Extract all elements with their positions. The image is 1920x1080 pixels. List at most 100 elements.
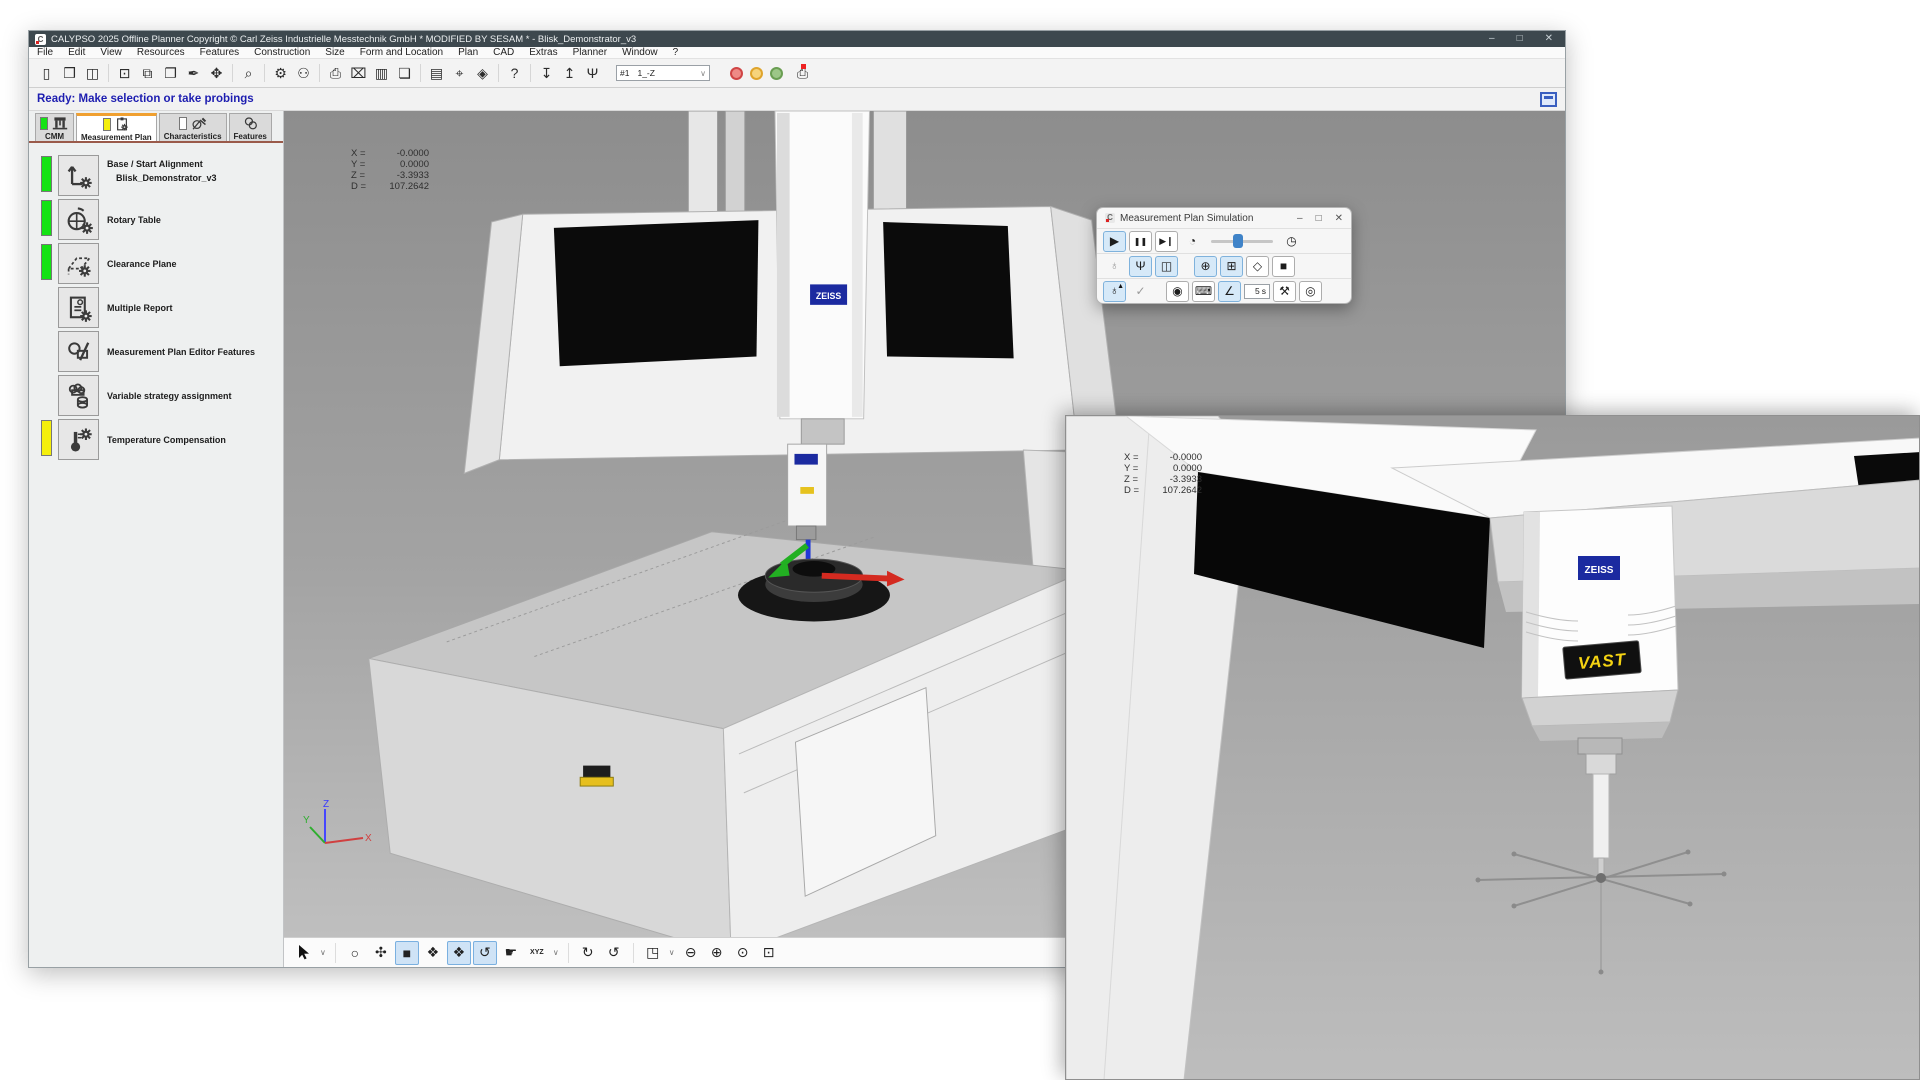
show-probe-tree-button[interactable]: Ψ (1129, 256, 1152, 277)
sidebar-item-mp-editor-features[interactable]: Measurement Plan Editor Features (41, 331, 283, 372)
solid-view-tool[interactable]: ■ (395, 941, 419, 965)
brush-icon[interactable]: ✒ (183, 63, 204, 83)
show-probe-body-button[interactable]: ◫ (1155, 256, 1178, 277)
sidebar-item-temperature-compensation[interactable]: Temperature Compensation (41, 419, 283, 460)
step-forward-button[interactable]: ▶❙ (1155, 231, 1178, 252)
paste-icon[interactable]: ❐ (160, 63, 181, 83)
probe-config-icon[interactable]: ⚇ (293, 63, 314, 83)
menu-window[interactable]: Window (622, 47, 658, 58)
pause-button[interactable]: ❚❚ (1129, 231, 1152, 252)
xyz-probe-tool[interactable]: XYZ (525, 941, 549, 965)
confirm-button[interactable]: ✓ (1129, 281, 1152, 302)
zoom-in-tool[interactable]: ⊕ (705, 941, 729, 965)
probe-tree-icon[interactable]: Ψ (582, 63, 603, 83)
menu-cad[interactable]: CAD (493, 47, 514, 58)
control-panel-button[interactable]: ⌨ (1192, 281, 1215, 302)
watch-probe-button[interactable]: ◉ (1166, 281, 1189, 302)
probe-selector-combo[interactable]: #1 1_-Z ∨ (616, 65, 710, 81)
tab-measurement-plan[interactable]: Measurement Plan (76, 113, 157, 141)
window-copy-icon[interactable]: ❏ (394, 63, 415, 83)
zoom-select-tool[interactable]: ⊙ (731, 941, 755, 965)
menu-planner[interactable]: Planner (573, 47, 607, 58)
close-button[interactable]: ✕ (1545, 31, 1553, 47)
grab-features-alt-tool[interactable]: ❖ (447, 941, 471, 965)
maximize-button[interactable]: □ (1517, 31, 1523, 47)
play-button[interactable]: ▶ (1103, 231, 1126, 252)
pan-tool[interactable]: ☛ (499, 941, 523, 965)
copy-icon[interactable]: ⧉ (137, 63, 158, 83)
menu-plan[interactable]: Plan (458, 47, 478, 58)
menu-size[interactable]: Size (325, 47, 344, 58)
menu-view[interactable]: View (100, 47, 122, 58)
show-rotary-axis-button[interactable]: ⊕ (1194, 256, 1217, 277)
dialog-maximize-button[interactable]: □ (1316, 213, 1322, 224)
cursor-tool[interactable] (292, 941, 316, 965)
split-view-icon[interactable]: ▥ (371, 63, 392, 83)
select-features-tool[interactable]: ✣ (369, 941, 393, 965)
settings-wrench-button[interactable]: ⚒ (1273, 281, 1296, 302)
sidebar-item-variable-strategy[interactable]: Variable strategy assignment (41, 375, 283, 416)
select-circle-tool[interactable]: ○ (343, 941, 367, 965)
stop-button[interactable]: ■ (1272, 256, 1295, 277)
menu-file[interactable]: File (37, 47, 53, 58)
gyro-view-button[interactable]: ◎ (1299, 281, 1322, 302)
cad-target-icon[interactable]: ⌖ (449, 63, 470, 83)
sidebar-item-rotary-table[interactable]: Rotary Table (41, 199, 283, 240)
help-icon[interactable]: ? (504, 63, 525, 83)
tab-cmm[interactable]: CMM (35, 113, 74, 141)
menu-construction[interactable]: Construction (254, 47, 310, 58)
rotate-component-tool[interactable]: ↺ (473, 941, 497, 965)
speed-slider-handle[interactable] (1233, 234, 1243, 248)
menu-extras[interactable]: Extras (529, 47, 557, 58)
cmm-status-icon[interactable] (1540, 92, 1557, 107)
sidebar-item-base-alignment[interactable]: Base / Start Alignment Blisk_Demonstrato… (41, 155, 283, 196)
probe-down-icon[interactable]: ↧ (536, 63, 557, 83)
wireframe-cube-button[interactable]: ◇ (1246, 256, 1269, 277)
rotate-cw-tool[interactable]: ↻ (576, 941, 600, 965)
tab-characteristics[interactable]: Characteristics (159, 113, 227, 141)
menu-edit[interactable]: Edit (68, 47, 85, 58)
sidebar-item-clearance-plane[interactable]: Clearance Plane (41, 243, 283, 284)
dialog-close-button[interactable]: ✕ (1335, 213, 1343, 224)
cad-model-icon[interactable]: ◈ (472, 63, 493, 83)
view-cube-tool[interactable]: ◳ (641, 941, 665, 965)
minimize-button[interactable]: – (1489, 31, 1495, 47)
rotate-ccw-tool[interactable]: ↺ (602, 941, 626, 965)
menu-help[interactable]: ? (673, 47, 679, 58)
print-run-icon[interactable]: ⎙ (797, 65, 808, 82)
print-icon[interactable]: ⎙ (325, 63, 346, 83)
delay-input[interactable]: 5 s (1244, 284, 1270, 299)
dialog-minimize-button[interactable]: – (1297, 213, 1303, 224)
item-sublabel[interactable]: Blisk_Demonstrator_v3 (116, 173, 217, 183)
chevron-down-icon[interactable]: ∨ (320, 948, 326, 957)
open-file-icon[interactable]: ❒ (59, 63, 80, 83)
angle-probe-button[interactable]: ∠ (1218, 281, 1241, 302)
chevron-down-icon[interactable]: ∨ (669, 948, 675, 957)
zoom-out-tool[interactable]: ⊖ (679, 941, 703, 965)
chevron-down-icon[interactable]: ∨ (553, 948, 559, 957)
search-icon[interactable]: ⌕ (238, 63, 259, 83)
menu-resources[interactable]: Resources (137, 47, 185, 58)
tab-features[interactable]: Features (229, 113, 272, 141)
light-yellow-icon[interactable] (750, 67, 763, 80)
light-green-icon[interactable] (770, 67, 783, 80)
transform-icon[interactable]: ✥ (206, 63, 227, 83)
show-probe-button[interactable]: ♀ (1103, 256, 1126, 277)
zoom-fit-tool[interactable]: ⊡ (757, 941, 781, 965)
new-document-icon[interactable]: ▯ (36, 63, 57, 83)
selection-frame-icon[interactable]: ⊡ (114, 63, 135, 83)
sidebar-item-multiple-report[interactable]: Multiple Report (41, 287, 283, 328)
grab-features-tool[interactable]: ❖ (421, 941, 445, 965)
save-icon[interactable]: ◫ (82, 63, 103, 83)
probe-up-icon[interactable]: ↥ (559, 63, 580, 83)
menu-form-and-location[interactable]: Form and Location (360, 47, 443, 58)
probe-qualify-icon[interactable]: ⚙ (270, 63, 291, 83)
collision-check-button[interactable]: ♀▲ (1103, 281, 1126, 302)
light-red-icon[interactable] (730, 67, 743, 80)
menu-features[interactable]: Features (200, 47, 239, 58)
delete-icon[interactable]: ⌧ (348, 63, 369, 83)
show-rotary-table-button[interactable]: ⊞ (1220, 256, 1243, 277)
report-icon[interactable]: ▤ (426, 63, 447, 83)
speed-slider[interactable] (1211, 234, 1273, 248)
closeup-window[interactable]: ZEISS VAST X =-0.0000 Y =0.0000 Z =-3.39… (1065, 415, 1920, 1080)
